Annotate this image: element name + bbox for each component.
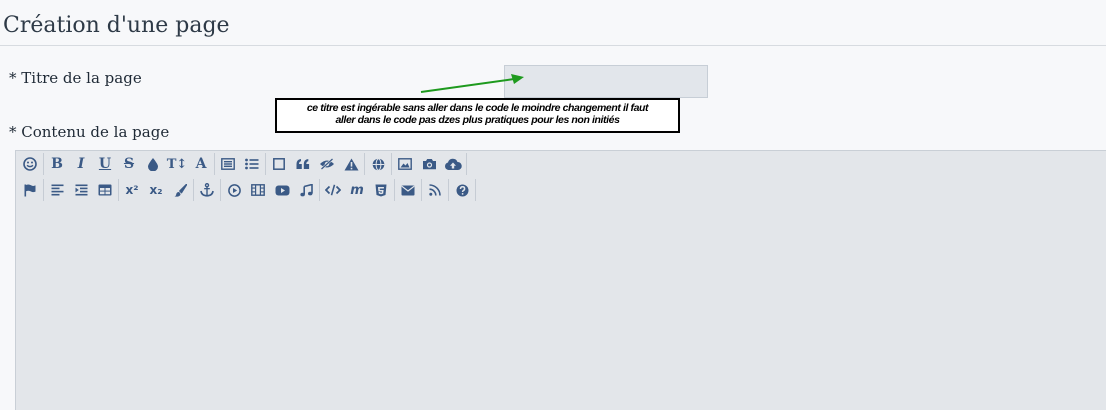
superscript-button[interactable]: x² — [120, 178, 144, 202]
camera-icon[interactable] — [417, 152, 441, 176]
toolbar-separator — [466, 153, 467, 175]
html5-icon[interactable] — [369, 178, 393, 202]
content-editor[interactable]: B I U S T↕ A x² x₂ m — [15, 150, 1106, 410]
rss-icon[interactable] — [423, 178, 447, 202]
indent-icon[interactable] — [69, 178, 93, 202]
toolbar-separator — [214, 153, 215, 175]
frame-box-icon[interactable] — [267, 152, 291, 176]
annotation-line-2: aller dans le code pas dzes plus pratiqu… — [335, 114, 620, 126]
toolbar-separator — [448, 179, 449, 201]
toolbar-separator — [475, 179, 476, 201]
align-left-icon[interactable] — [45, 178, 69, 202]
smiley-icon[interactable] — [18, 152, 42, 176]
bold-button[interactable]: B — [45, 152, 69, 176]
help-icon[interactable] — [450, 178, 474, 202]
toolbar-separator — [394, 179, 395, 201]
brush-icon[interactable] — [168, 178, 192, 202]
toolbar-separator — [118, 179, 119, 201]
toolbar-separator — [364, 153, 365, 175]
quote-icon[interactable] — [291, 152, 315, 176]
code-icon[interactable] — [321, 178, 345, 202]
italic-button[interactable]: I — [69, 152, 93, 176]
toolbar-separator — [421, 179, 422, 201]
subscript-button[interactable]: x₂ — [144, 178, 168, 202]
film-icon[interactable] — [246, 178, 270, 202]
align-paragraph-icon[interactable] — [216, 152, 240, 176]
table-icon[interactable] — [93, 178, 117, 202]
warning-icon[interactable] — [339, 152, 363, 176]
color-drop-icon[interactable] — [141, 152, 165, 176]
editor-toolbar-row-1: B I U S T↕ A — [18, 151, 468, 177]
strikethrough-button[interactable]: S — [117, 152, 141, 176]
flag-icon[interactable] — [18, 178, 42, 202]
anchor-icon[interactable] — [195, 178, 219, 202]
music-icon[interactable] — [294, 178, 318, 202]
envelope-icon[interactable] — [396, 178, 420, 202]
editor-toolbar-row-2: x² x₂ m — [18, 177, 477, 203]
spoiler-hidden-icon[interactable] — [315, 152, 339, 176]
youtube-icon[interactable] — [270, 178, 294, 202]
toolbar-separator — [319, 179, 320, 201]
globe-link-icon[interactable] — [366, 152, 390, 176]
moderation-button[interactable]: m — [345, 178, 369, 202]
toolbar-separator — [220, 179, 221, 201]
font-family-button[interactable]: A — [189, 152, 213, 176]
toolbar-separator — [265, 153, 266, 175]
play-circle-icon[interactable] — [222, 178, 246, 202]
toolbar-separator — [43, 153, 44, 175]
font-size-button[interactable]: T↕ — [165, 152, 189, 176]
toolbar-separator — [43, 179, 44, 201]
annotation-note: ce titre est ingérable sans aller dans l… — [275, 98, 680, 133]
annotation-line-1: ce titre est ingérable sans aller dans l… — [306, 102, 649, 114]
underline-button[interactable]: U — [93, 152, 117, 176]
cloud-upload-icon[interactable] — [441, 152, 465, 176]
toolbar-separator — [193, 179, 194, 201]
toolbar-separator — [391, 153, 392, 175]
image-icon[interactable] — [393, 152, 417, 176]
page-content-label: * Contenu de la page — [9, 123, 170, 141]
bulleted-list-icon[interactable] — [240, 152, 264, 176]
